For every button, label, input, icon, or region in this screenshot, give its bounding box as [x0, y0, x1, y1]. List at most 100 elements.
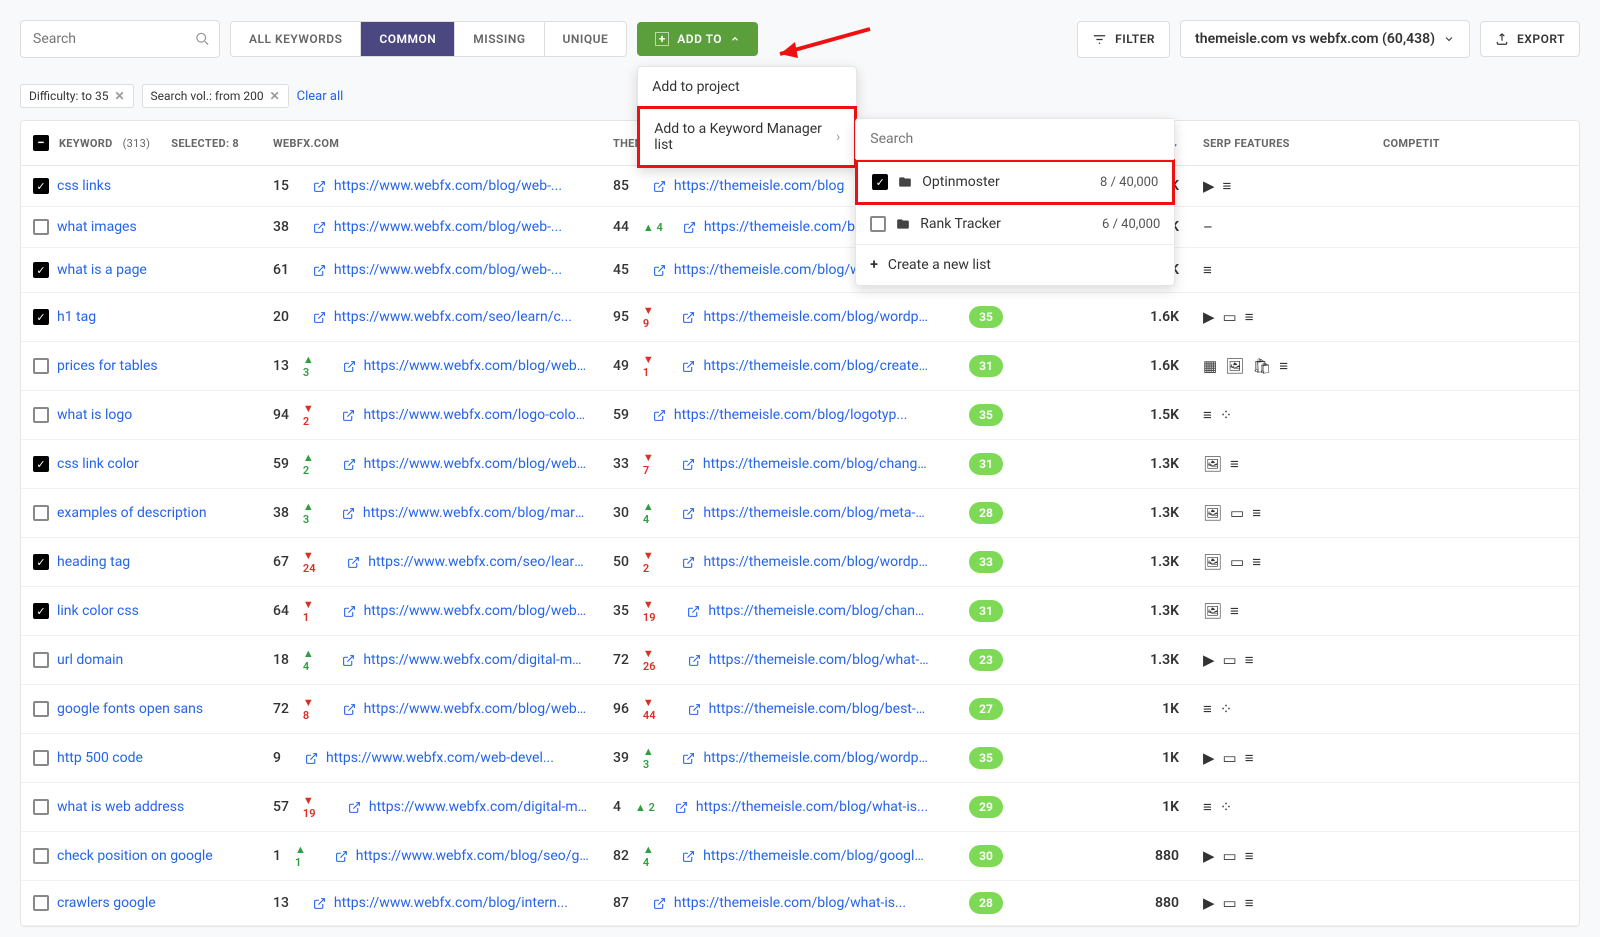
search-input[interactable]: [20, 20, 220, 58]
url-link[interactable]: https://www.webfx.com/blog/web-...: [334, 262, 562, 278]
keyword-link[interactable]: h1 tag: [57, 309, 96, 325]
external-link-icon[interactable]: [653, 264, 666, 277]
keyword-link[interactable]: what images: [57, 219, 137, 235]
url-link[interactable]: https://themeisle.com/blog/meta-d...: [703, 505, 929, 521]
create-new-list[interactable]: + Create a new list: [856, 244, 1174, 285]
external-link-icon[interactable]: [347, 556, 360, 569]
row-checkbox[interactable]: [33, 309, 49, 325]
external-link-icon[interactable]: [682, 556, 695, 569]
row-checkbox[interactable]: [33, 456, 49, 472]
keyword-link[interactable]: google fonts open sans: [57, 701, 203, 717]
row-checkbox[interactable]: [33, 701, 49, 717]
keyword-link[interactable]: what is logo: [57, 407, 132, 423]
keyword-link[interactable]: link color css: [57, 603, 139, 619]
url-link[interactable]: https://www.webfx.com/blog/web-...: [364, 358, 589, 374]
keyword-link[interactable]: what is a page: [57, 262, 147, 278]
chip-difficulty[interactable]: Difficulty: to 35✕: [20, 84, 134, 108]
external-link-icon[interactable]: [342, 409, 355, 422]
keyword-link[interactable]: heading tag: [57, 554, 130, 570]
url-link[interactable]: https://www.webfx.com/digital-mar...: [369, 799, 589, 815]
url-link[interactable]: https://themeisle.com/blog/what-is...: [696, 799, 928, 815]
url-link[interactable]: https://www.webfx.com/blog/web-...: [364, 603, 589, 619]
row-checkbox[interactable]: [33, 750, 49, 766]
row-checkbox[interactable]: [33, 219, 49, 235]
col-serp[interactable]: SERP FEATURES: [1191, 123, 1371, 164]
external-link-icon[interactable]: [343, 703, 356, 716]
external-link-icon[interactable]: [675, 801, 688, 814]
external-link-icon[interactable]: [687, 605, 700, 618]
external-link-icon[interactable]: [313, 897, 326, 910]
keyword-link[interactable]: url domain: [57, 652, 123, 668]
url-link[interactable]: https://www.webfx.com/blog/web-...: [334, 219, 562, 235]
external-link-icon[interactable]: [342, 507, 355, 520]
keyword-link[interactable]: css links: [57, 178, 111, 194]
external-link-icon[interactable]: [305, 752, 318, 765]
url-link[interactable]: https://www.webfx.com/blog/seo/g...: [356, 848, 589, 864]
keyword-link[interactable]: examples of description: [57, 505, 207, 521]
url-link[interactable]: https://themeisle.com/blog/google-...: [703, 848, 929, 864]
close-icon[interactable]: ✕: [114, 89, 124, 103]
add-to-project[interactable]: Add to project: [638, 67, 856, 107]
keyword-link[interactable]: css link color: [57, 456, 139, 472]
chip-search-vol[interactable]: Search vol.: from 200✕: [142, 84, 289, 108]
url-link[interactable]: https://themeisle.com/blog/best-go...: [709, 701, 929, 717]
checkbox-icon[interactable]: [872, 174, 888, 190]
url-link[interactable]: https://www.webfx.com/digital-mar...: [363, 652, 589, 668]
tab-all-keywords[interactable]: ALL KEYWORDS: [231, 22, 361, 56]
search-box[interactable]: [20, 20, 220, 58]
url-link[interactable]: https://www.webfx.com/web-devel...: [326, 750, 554, 766]
km-list-optinmoster[interactable]: Optinmoster 8 / 40,000: [855, 159, 1175, 205]
url-link[interactable]: https://www.webfx.com/seo/learn/c...: [334, 309, 572, 325]
external-link-icon[interactable]: [682, 507, 695, 520]
external-link-icon[interactable]: [653, 180, 666, 193]
url-link[interactable]: https://themeisle.com/blog/create-...: [703, 358, 929, 374]
url-link[interactable]: https://www.webfx.com/blog/web-...: [364, 701, 589, 717]
url-link[interactable]: https://themeisle.com/blog/change-...: [703, 456, 929, 472]
url-link[interactable]: https://www.webfx.com/blog/marke...: [363, 505, 589, 521]
external-link-icon[interactable]: [688, 654, 701, 667]
external-link-icon[interactable]: [682, 311, 695, 324]
row-checkbox[interactable]: [33, 358, 49, 374]
external-link-icon[interactable]: [653, 897, 666, 910]
col-competition[interactable]: COMPETIT: [1371, 123, 1481, 164]
add-to-button[interactable]: + ADD TO: [637, 22, 758, 56]
row-checkbox[interactable]: [33, 178, 49, 194]
url-link[interactable]: https://themeisle.com/blog/what-is...: [709, 652, 929, 668]
external-link-icon[interactable]: [682, 458, 695, 471]
tab-missing[interactable]: MISSING: [455, 22, 544, 56]
url-link[interactable]: https://www.webfx.com/blog/web-...: [334, 178, 562, 194]
url-link[interactable]: https://themeisle.com/blog/logotyp...: [674, 407, 908, 423]
external-link-icon[interactable]: [342, 654, 355, 667]
external-link-icon[interactable]: [313, 311, 326, 324]
row-checkbox[interactable]: [33, 895, 49, 911]
external-link-icon[interactable]: [313, 221, 326, 234]
compare-select[interactable]: themeisle.com vs webfx.com (60,438): [1180, 20, 1470, 58]
tab-unique[interactable]: UNIQUE: [545, 22, 627, 56]
url-link[interactable]: https://themeisle.com/blog/wordpr...: [703, 309, 929, 325]
clear-all[interactable]: Clear all: [297, 89, 344, 104]
keyword-link[interactable]: crawlers google: [57, 895, 156, 911]
external-link-icon[interactable]: [343, 360, 356, 373]
row-checkbox[interactable]: [33, 603, 49, 619]
external-link-icon[interactable]: [343, 605, 356, 618]
col-webfx[interactable]: WEBFX.COM: [261, 123, 601, 164]
export-button[interactable]: EXPORT: [1480, 21, 1580, 57]
url-link[interactable]: https://themeisle.com/blog: [704, 219, 874, 235]
row-checkbox[interactable]: [33, 407, 49, 423]
km-search-input[interactable]: [856, 119, 1174, 160]
url-link[interactable]: https://themeisle.com/blog/wordpr...: [703, 750, 929, 766]
url-link[interactable]: https://themeisle.com/blog/what-is...: [674, 895, 906, 911]
keyword-link[interactable]: check position on google: [57, 848, 213, 864]
external-link-icon[interactable]: [348, 801, 361, 814]
km-list-rank-tracker[interactable]: Rank Tracker 6 / 40,000: [856, 204, 1174, 244]
checkbox-icon[interactable]: [870, 216, 886, 232]
filter-button[interactable]: FILTER: [1077, 21, 1170, 58]
col-keyword[interactable]: KEYWORD: [59, 137, 113, 150]
external-link-icon[interactable]: [682, 360, 695, 373]
keyword-link[interactable]: http 500 code: [57, 750, 143, 766]
url-link[interactable]: https://themeisle.com/blog: [674, 178, 844, 194]
row-checkbox[interactable]: [33, 799, 49, 815]
add-to-km-list[interactable]: Add to a Keyword Manager list ›: [637, 106, 857, 168]
row-checkbox[interactable]: [33, 652, 49, 668]
external-link-icon[interactable]: [313, 264, 326, 277]
